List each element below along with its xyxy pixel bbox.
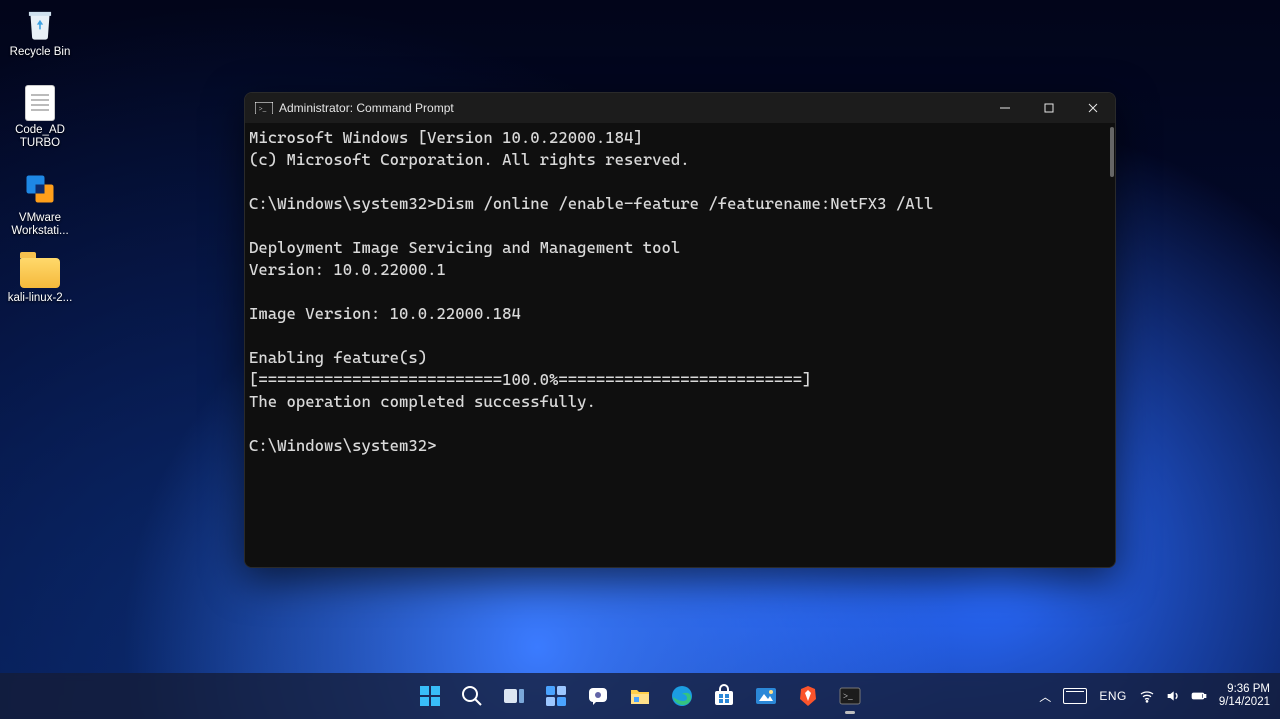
system-icons[interactable] — [1139, 688, 1207, 704]
touch-keyboard-icon[interactable] — [1063, 688, 1087, 704]
desktop-icon-kali-folder[interactable]: kali-linux-2... — [3, 252, 77, 305]
scrollbar-thumb[interactable] — [1110, 127, 1114, 177]
command-prompt-window[interactable]: >_ Administrator: Command Prompt Microso… — [244, 92, 1116, 568]
taskbar-clock[interactable]: 9:36 PM 9/14/2021 — [1219, 683, 1270, 709]
close-button[interactable] — [1071, 93, 1115, 123]
taskview-button[interactable] — [494, 676, 534, 716]
tray-overflow-button[interactable]: ︿ — [1039, 688, 1051, 705]
taskbar[interactable]: >_ ︿ ENG 9:36 PM 9/14/2021 — [0, 673, 1280, 719]
edge-button[interactable] — [662, 676, 702, 716]
file-explorer-button[interactable] — [620, 676, 660, 716]
recycle-bin-icon — [21, 4, 59, 42]
store-button[interactable] — [704, 676, 744, 716]
terminal-text: Microsoft Windows [Version 10.0.22000.18… — [249, 128, 933, 455]
window-titlebar[interactable]: >_ Administrator: Command Prompt — [245, 93, 1115, 123]
desktop-icon-vmware[interactable]: VMware Workstati... — [3, 170, 77, 238]
window-title: Administrator: Command Prompt — [279, 101, 454, 115]
desktop-icon-code-ad-turbo[interactable]: Code_AD TURBO — [3, 86, 77, 150]
maximize-button[interactable] — [1027, 93, 1071, 123]
svg-text:>_: >_ — [843, 691, 853, 701]
widgets-button[interactable] — [536, 676, 576, 716]
start-button[interactable] — [410, 676, 450, 716]
search-button[interactable] — [452, 676, 492, 716]
minimize-button[interactable] — [983, 93, 1027, 123]
desktop-icon-label: VMware Workstati... — [11, 212, 68, 237]
folder-icon — [20, 258, 60, 288]
language-indicator[interactable]: ENG — [1099, 689, 1127, 703]
taskbar-center: >_ — [410, 676, 870, 716]
volume-icon — [1165, 688, 1181, 704]
vmware-icon — [21, 170, 59, 208]
clock-date: 9/14/2021 — [1219, 696, 1270, 709]
taskbar-tray: ︿ ENG 9:36 PM 9/14/2021 — [1039, 683, 1280, 709]
clock-time: 9:36 PM — [1219, 683, 1270, 696]
chat-button[interactable] — [578, 676, 618, 716]
terminal-output[interactable]: Microsoft Windows [Version 10.0.22000.18… — [245, 123, 1115, 567]
textfile-icon — [26, 86, 54, 120]
desktop-icon-label: Code_AD TURBO — [15, 124, 65, 149]
wifi-icon — [1139, 688, 1155, 704]
cmd-icon: >_ — [255, 101, 273, 115]
desktop-icon-label: Recycle Bin — [10, 46, 71, 58]
cmd-taskbar-button[interactable]: >_ — [830, 676, 870, 716]
svg-text:>_: >_ — [259, 105, 267, 113]
battery-icon — [1191, 688, 1207, 704]
brave-button[interactable] — [788, 676, 828, 716]
desktop-icon-recycle-bin[interactable]: Recycle Bin — [3, 4, 77, 59]
photos-button[interactable] — [746, 676, 786, 716]
desktop-icon-label: kali-linux-2... — [8, 292, 73, 304]
